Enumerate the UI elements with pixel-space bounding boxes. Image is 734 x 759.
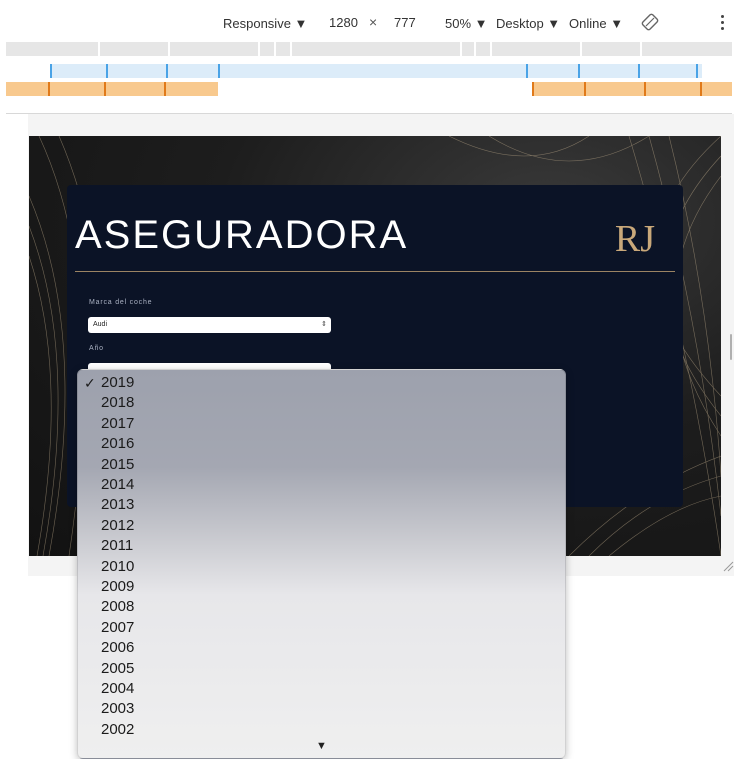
year-option[interactable]: 2016 [78,434,565,454]
brand-logo-icon: RJ [615,218,655,259]
year-option-label: 2007 [101,618,135,636]
year-option[interactable]: ✓ 2019 [78,373,565,393]
year-option[interactable]: 2009 [78,577,565,597]
year-option[interactable]: 2005 [78,659,565,679]
device-select[interactable]: Responsive ▼ [223,14,307,34]
viewport-height-input[interactable]: 777 [390,13,420,33]
year-option[interactable]: 2006 [78,638,565,658]
checkmark-icon: ✓ [84,375,96,391]
resize-corner-icon[interactable] [722,560,734,572]
year-option-label: 2009 [101,578,135,595]
year-option[interactable]: 2003 [78,699,565,719]
dimension-separator: × [369,14,378,30]
brand-logo-text: RJ [615,218,655,259]
year-option-label: 2006 [101,639,135,657]
year-option[interactable]: 2017 [78,414,565,434]
year-option-label: 2003 [101,700,135,718]
year-option[interactable]: 2011 [78,536,565,556]
year-label: Año [89,345,104,352]
brand-select-value: Audi [93,321,108,328]
resize-handle-right[interactable] [730,334,732,360]
year-option[interactable]: 2004 [78,679,565,699]
device-type-select[interactable]: Desktop ▼ [496,14,560,34]
year-option-label: 2017 [101,414,135,432]
year-option-label: 2014 [101,476,135,493]
network-throttle-select[interactable]: Online ▼ [569,14,623,34]
year-option-label: 2008 [101,598,135,616]
year-option-label: 2016 [101,435,135,453]
year-option[interactable]: 2008 [78,597,565,617]
year-option-label: 2019 [101,374,135,391]
year-option-label: 2010 [101,557,135,575]
year-option-label: 2013 [101,496,135,514]
year-option-label: 2004 [101,680,135,697]
min-width-media-query-bar[interactable] [6,82,732,96]
max-width-media-query-bar[interactable] [6,64,732,78]
title-divider [75,271,675,272]
year-option[interactable]: 2018 [78,393,565,413]
year-option-label: 2002 [101,720,135,738]
device-toolbar: Responsive ▼ 1280 × 777 50% ▼ Desktop ▼ … [0,0,734,40]
year-option-label: 2011 [101,537,134,555]
year-option-label: 2018 [101,394,135,412]
brand-select[interactable]: Audi ⇕ [88,317,331,333]
select-arrows-icon: ⇕ [321,321,327,328]
year-option-label: 2005 [101,659,135,677]
year-option[interactable]: 2015 [78,455,565,475]
year-option[interactable]: 2010 [78,557,565,577]
brand-label: Marca del coche [89,299,153,306]
year-option[interactable]: 2014 [78,475,565,495]
viewport-width-input[interactable]: 1280 [325,13,362,33]
more-vertical-icon[interactable] [718,12,726,34]
year-option-label: 2012 [101,516,135,534]
rotate-icon[interactable] [640,12,660,32]
page-title: ASEGURADORA [75,213,409,257]
year-option[interactable]: 2007 [78,618,565,638]
year-option-label: 2015 [101,455,135,473]
device-preset-bar[interactable] [6,42,732,56]
year-dropdown-menu: 2002 2003 2004 2005 2006 2007 2008 2009 2010 2011… [77,369,566,759]
scroll-down-icon[interactable]: ▼ [316,740,327,752]
year-option[interactable]: 2013 [78,495,565,515]
year-option[interactable]: 2012 [78,516,565,536]
year-option[interactable]: 2002 [78,720,565,740]
zoom-select[interactable]: 50% ▼ [445,14,488,34]
